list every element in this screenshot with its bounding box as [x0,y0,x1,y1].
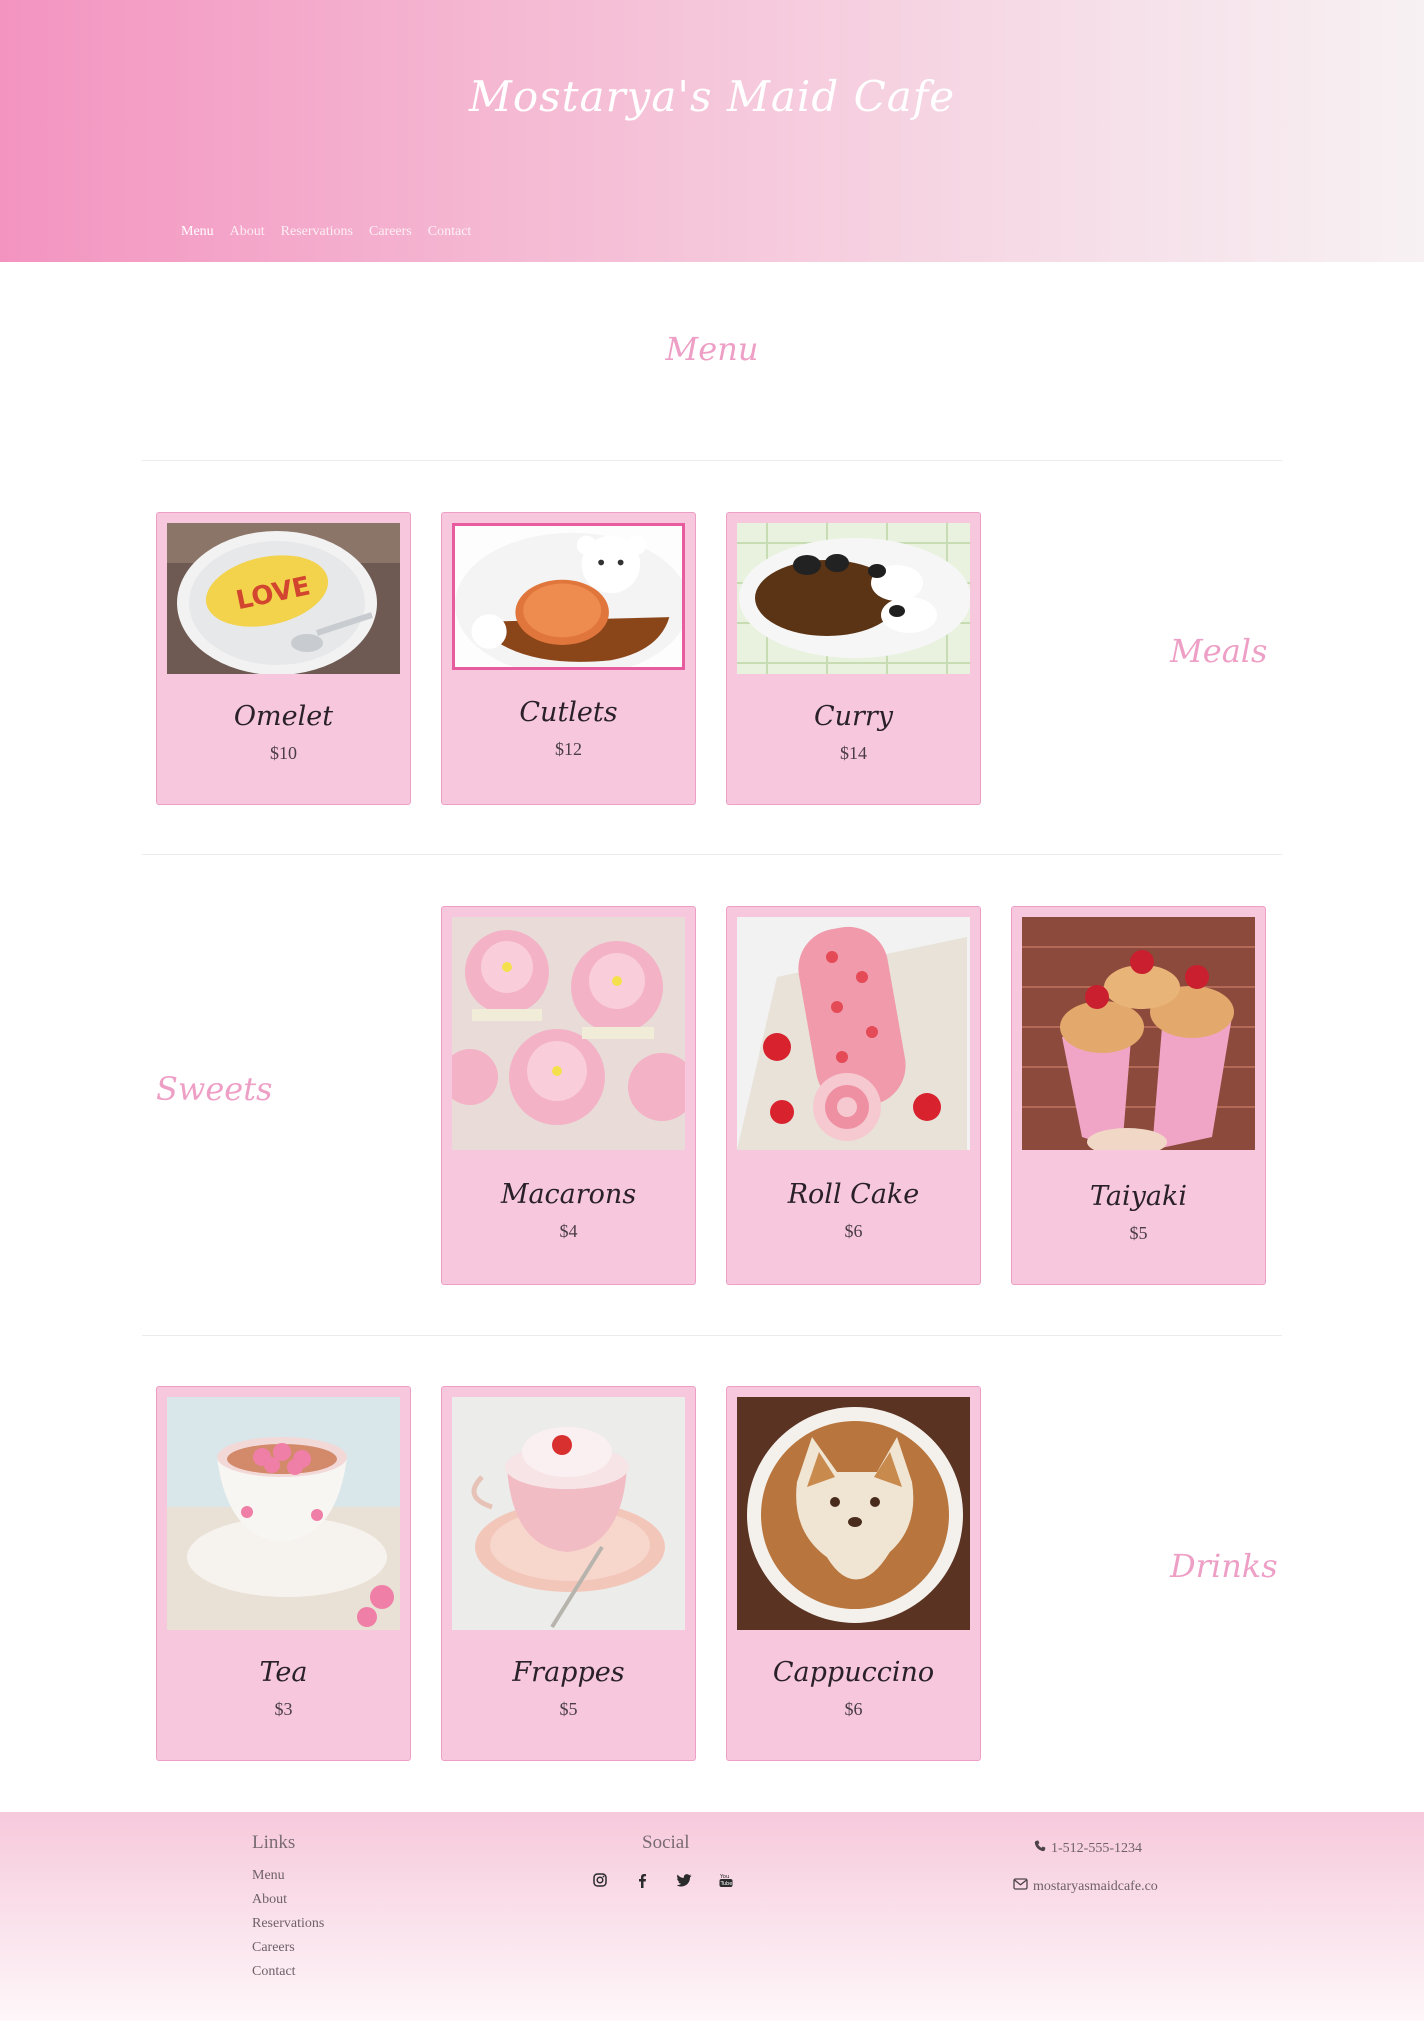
divider [142,1335,1282,1336]
footer-link-menu[interactable]: Menu [252,1864,324,1888]
curry-image [737,523,970,674]
instagram-icon[interactable] [592,1872,608,1888]
item-name: Macarons [500,1179,637,1210]
main-nav: Menu About Reservations Careers Contact [181,224,471,240]
item-price: $5 [1129,1223,1148,1243]
email-address[interactable]: mostaryasmaidcafe.co [1033,1879,1158,1895]
phone-line: 1-512-555-1234 [1034,1840,1142,1857]
item-name: Cutlets [519,697,618,728]
envelope-icon [1013,1878,1028,1895]
menu-card-macarons[interactable]: Macarons $4 [441,906,696,1285]
nav-item-reservations[interactable]: Reservations [281,224,353,240]
facebook-icon[interactable] [634,1872,650,1888]
cutlets-image [452,523,685,670]
item-price: $4 [559,1221,578,1241]
tea-image [167,1397,400,1630]
item-name: Roll Cake [787,1179,920,1210]
menu-card-frappes[interactable]: Frappes $5 [441,1386,696,1761]
item-price: $5 [559,1699,578,1719]
nav-item-contact[interactable]: Contact [428,224,472,240]
youtube-icon[interactable]: You Tube [718,1872,734,1888]
footer-link-about[interactable]: About [252,1888,324,1912]
menu-card-cappuccino[interactable]: Cappuccino $6 [726,1386,981,1761]
divider [142,854,1282,855]
menu-card-roll-cake[interactable]: Roll Cake $6 [726,906,981,1285]
footer-links: Menu About Reservations Careers Contact [252,1864,324,1984]
menu-card-curry[interactable]: Curry $14 [726,512,981,805]
roll-cake-image [737,917,970,1150]
section-label-meals: Meals [1170,632,1268,670]
item-name: Taiyaki [1090,1181,1187,1212]
divider [142,460,1282,461]
twitter-icon[interactable] [676,1872,692,1888]
item-name: Cappuccino [772,1657,935,1688]
footer-links-heading: Links [252,1832,296,1853]
footer-link-reservations[interactable]: Reservations [252,1912,324,1936]
section-label-drinks: Drinks [1170,1547,1278,1585]
menu-card-omelet[interactable]: LOVE Omelet $10 [156,512,411,805]
phone-icon [1034,1840,1046,1857]
svg-text:Tube: Tube [720,1881,733,1887]
nav-item-menu[interactable]: Menu [181,224,214,240]
menu-card-cutlets[interactable]: Cutlets $12 [441,512,696,805]
site-header: Mostarya's Maid Cafe Menu About Reservat… [0,0,1424,262]
footer-link-careers[interactable]: Careers [252,1936,324,1960]
frappes-image [452,1397,685,1630]
item-price: $6 [844,1221,863,1241]
item-name: Tea [259,1657,308,1688]
item-name: Curry [813,701,894,732]
email-line: mostaryasmaidcafe.co [1013,1878,1158,1895]
omelet-image: LOVE [167,523,400,674]
taiyaki-image [1022,917,1255,1150]
social-icons: You Tube [592,1872,734,1888]
item-name: Frappes [512,1657,625,1688]
site-footer: Links Menu About Reservations Careers Co… [0,1812,1424,2021]
footer-link-contact[interactable]: Contact [252,1960,324,1984]
menu-card-taiyaki[interactable]: Taiyaki $5 [1011,906,1266,1285]
item-price: $12 [555,739,582,759]
item-price: $6 [844,1699,863,1719]
site-title: Mostarya's Maid Cafe [468,72,956,121]
section-label-sweets: Sweets [156,1070,273,1108]
nav-item-careers[interactable]: Careers [369,224,412,240]
item-price: $10 [270,743,297,763]
phone-number: 1-512-555-1234 [1051,1840,1142,1856]
macarons-image [452,917,685,1150]
footer-social-heading: Social [642,1832,690,1853]
nav-item-about[interactable]: About [230,224,265,240]
menu-card-tea[interactable]: Tea $3 [156,1386,411,1761]
page-title: Menu [665,330,759,368]
item-price: $3 [274,1699,293,1719]
item-price: $14 [840,743,867,763]
cappuccino-image [737,1397,970,1630]
item-name: Omelet [233,701,334,732]
